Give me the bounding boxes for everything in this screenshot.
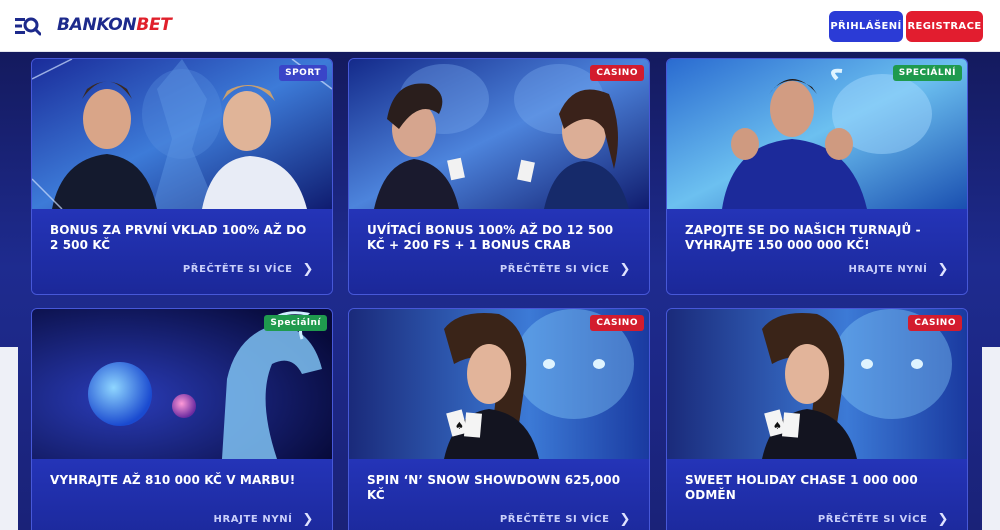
brand-logo-part2: BET [136, 15, 172, 35]
promo-card-spin-n-snow[interactable]: ♠ CASINO SPIN ‘N’ SNOW SHOWDOWN 625,000 … [348, 308, 650, 530]
promo-panel: SPIN ‘N’ SNOW SHOWDOWN 625,000 KČ PŘEČTĚ… [349, 459, 649, 530]
promotions-section: SPORT BONUS ZA PRVNÍ VKLAD 100% AŽ DO 2 … [0, 52, 1000, 530]
promo-title: VYHRAJTE AŽ 810 000 KČ V MARBU! [50, 473, 296, 487]
chevron-right-icon: ❯ [302, 262, 314, 277]
promo-card-casino-welcome[interactable]: CASINO UVÍTACÍ BONUS 100% AŽ DO 12 500 K… [348, 58, 650, 295]
svg-text:♠: ♠ [773, 421, 782, 432]
promo-panel: ZAPOJTE SE DO NAŠICH TURNAJŮ - VYHRAJTE … [667, 209, 967, 294]
chevron-right-icon: ❯ [619, 512, 631, 527]
cta-label: PŘEČTĚTE SI VÍCE [817, 514, 928, 525]
read-more-link[interactable]: PŘEČTĚTE SI VÍCE ❯ [818, 512, 949, 527]
register-button[interactable]: REGISTRACE [906, 11, 983, 42]
promo-panel: UVÍTACÍ BONUS 100% AŽ DO 12 500 KČ + 200… [349, 209, 649, 294]
promo-title: UVÍTACÍ BONUS 100% AŽ DO 12 500 KČ + 200… [367, 223, 614, 252]
play-now-link[interactable]: HRAJTE NYNÍ ❯ [849, 262, 949, 277]
promo-panel: VYHRAJTE AŽ 810 000 KČ V MARBU! HRAJTE N… [32, 459, 332, 530]
brand-logo-part1: BANKON [57, 15, 137, 35]
badge-casino: CASINO [590, 65, 644, 81]
promo-image-tournament [667, 59, 967, 209]
badge-special: Speciální [264, 315, 327, 331]
cta-label: HRAJTE NYNÍ [848, 264, 928, 275]
badge-sport: SPORT [279, 65, 327, 81]
page-side-left [0, 347, 18, 530]
promo-panel: BONUS ZA PRVNÍ VKLAD 100% AŽ DO 2 500 KČ… [32, 209, 332, 294]
read-more-link[interactable]: PŘEČTĚTE SI VÍCE ❯ [500, 512, 631, 527]
read-more-link[interactable]: PŘEČTĚTE SI VÍCE ❯ [500, 262, 631, 277]
promo-title: ZAPOJTE SE DO NAŠICH TURNAJŮ - VYHRAJTE … [685, 223, 921, 252]
promo-card-sweet-holiday[interactable]: ♠ CASINO SWEET HOLIDAY CHASE 1 000 000 O… [666, 308, 968, 530]
play-now-link[interactable]: HRAJTE NYNÍ ❯ [214, 512, 314, 527]
chevron-right-icon: ❯ [937, 512, 949, 527]
badge-casino: CASINO [908, 315, 962, 331]
badge-special: SPECIÁLNÍ [892, 65, 962, 81]
promo-title: SPIN ‘N’ SNOW SHOWDOWN 625,000 KČ [367, 473, 621, 502]
cta-label: HRAJTE NYNÍ [213, 514, 293, 525]
promo-image-lady-cat: ♠ [667, 309, 967, 459]
page-side-right [982, 347, 1000, 530]
promo-title: BONUS ZA PRVNÍ VKLAD 100% AŽ DO 2 500 KČ [50, 223, 307, 252]
cta-label: PŘEČTĚTE SI VÍCE [182, 264, 293, 275]
promo-panel: SWEET HOLIDAY CHASE 1 000 000 ODMĚN PŘEČ… [667, 459, 967, 530]
promo-title: SWEET HOLIDAY CHASE 1 000 000 ODMĚN [685, 473, 918, 502]
promo-card-marbu[interactable]: Speciální VYHRAJTE AŽ 810 000 KČ V MARBU… [31, 308, 333, 530]
badge-casino: CASINO [590, 315, 644, 331]
promo-image-footballers [32, 59, 332, 209]
promo-image-marbu [32, 309, 332, 459]
chevron-right-icon: ❯ [937, 262, 949, 277]
promo-image-card-players [349, 59, 649, 209]
cta-label: PŘEČTĚTE SI VÍCE [499, 514, 610, 525]
site-header: BANKONBET PŘIHLÁŠENÍ REGISTRACE [0, 0, 1000, 52]
brand-logo[interactable]: BANKONBET [57, 15, 172, 35]
chevron-right-icon: ❯ [619, 262, 631, 277]
svg-text:♠: ♠ [455, 421, 464, 432]
chevron-right-icon: ❯ [302, 512, 314, 527]
promo-card-sport-bonus[interactable]: SPORT BONUS ZA PRVNÍ VKLAD 100% AŽ DO 2 … [31, 58, 333, 295]
login-button[interactable]: PŘIHLÁŠENÍ [829, 11, 903, 42]
cta-label: PŘEČTĚTE SI VÍCE [499, 264, 610, 275]
promo-card-tournaments[interactable]: SPECIÁLNÍ ZAPOJTE SE DO NAŠICH TURNAJŮ -… [666, 58, 968, 295]
read-more-link[interactable]: PŘEČTĚTE SI VÍCE ❯ [183, 262, 314, 277]
promo-image-lady-cat: ♠ [349, 309, 649, 459]
menu-search-icon[interactable] [15, 16, 41, 36]
